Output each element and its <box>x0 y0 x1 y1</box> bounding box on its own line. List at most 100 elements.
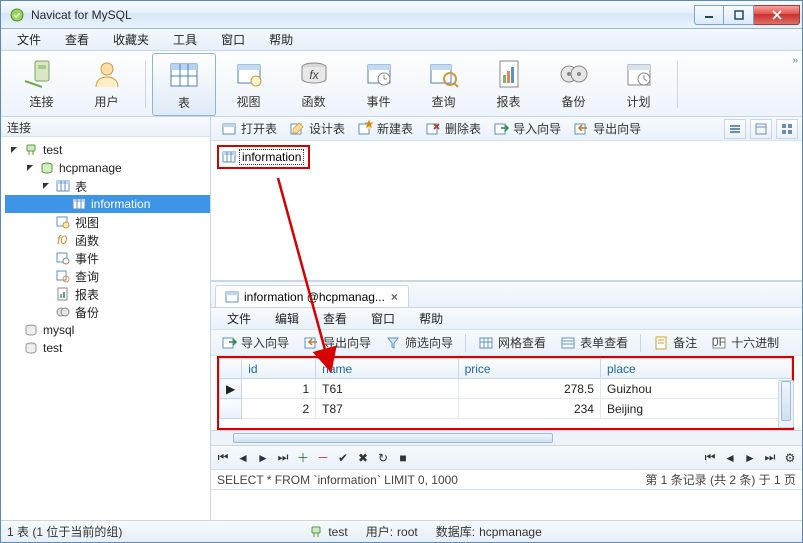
toolbar-view-button[interactable]: 视图 <box>216 53 281 116</box>
objtb-design-button[interactable]: 设计表 <box>283 119 351 138</box>
cell[interactable]: T87 <box>316 399 458 419</box>
objtb-new-button[interactable]: ★新建表 <box>351 119 419 138</box>
tree-node[interactable]: test <box>5 141 210 159</box>
toolbar-report-button[interactable]: 报表 <box>476 53 541 116</box>
table-row[interactable]: ▶1T61278.5Guizhou <box>220 379 792 399</box>
cell[interactable]: Guizhou <box>600 379 791 399</box>
grid-horizontal-scrollbar[interactable] <box>211 430 802 446</box>
nav-prev-button[interactable]: ◄ <box>233 449 253 467</box>
nav-page-last-button[interactable]: ⏭ <box>760 449 780 467</box>
tree-node[interactable]: test <box>5 339 210 357</box>
nav-first-button[interactable]: ⏮ <box>213 449 233 467</box>
objtb-open-button[interactable]: 打开表 <box>215 119 283 138</box>
nav-stop-button[interactable]: ■ <box>393 449 413 467</box>
datatb-hex-button[interactable]: 0F十六进制 <box>705 333 785 352</box>
tree-node[interactable]: 表 <box>5 177 210 195</box>
tab-close-button[interactable]: × <box>389 290 400 304</box>
report-icon <box>492 57 526 91</box>
view-mode-grid-button[interactable] <box>776 119 798 139</box>
datatb-grid-button[interactable]: 网格查看 <box>472 333 552 352</box>
nav-add-button[interactable]: ＋ <box>293 449 313 467</box>
nav-settings-icon[interactable]: ⚙ <box>780 449 800 467</box>
tree-node[interactable]: 查询 <box>5 267 210 285</box>
grid-vertical-scrollbar[interactable] <box>778 380 794 428</box>
tree-node[interactable]: f0函数 <box>5 231 210 249</box>
nav-page-prev-button[interactable]: ◄ <box>720 449 740 467</box>
cell[interactable]: 234 <box>458 399 600 419</box>
tree-node[interactable]: 视图 <box>5 213 210 231</box>
datatb-export-button[interactable]: 导出向导 <box>297 333 377 352</box>
col-header[interactable]: price <box>458 359 600 379</box>
data-menu-view[interactable]: 查看 <box>311 308 359 329</box>
view-mode-detail-button[interactable] <box>750 119 772 139</box>
minimize-button[interactable] <box>694 5 724 25</box>
tree-node[interactable]: 备份 <box>5 303 210 321</box>
tree-node[interactable]: hcpmanage <box>5 159 210 177</box>
data-menu-help[interactable]: 帮助 <box>407 308 455 329</box>
toolbar-backup-button[interactable]: 备份 <box>541 53 606 116</box>
data-tab[interactable]: information @hcpmanag... × <box>215 285 409 307</box>
datatb-import-button[interactable]: 导入向导 <box>215 333 295 352</box>
object-table-item[interactable]: information <box>217 145 310 169</box>
close-button[interactable] <box>754 5 800 25</box>
nav-page-first-button[interactable]: ⏮ <box>700 449 720 467</box>
rowhdr-corner <box>220 359 242 379</box>
menu-favorites[interactable]: 收藏夹 <box>101 29 161 50</box>
datatb-filter-button[interactable]: 筛选向导 <box>379 333 459 352</box>
tree-node[interactable]: information <box>5 195 210 213</box>
nav-cancel-button[interactable]: ✖ <box>353 449 373 467</box>
nav-delete-button[interactable]: － <box>313 449 333 467</box>
objtb-export-button[interactable]: 导出向导 <box>567 119 647 138</box>
menu-file[interactable]: 文件 <box>5 29 53 50</box>
toolbar-connect-button[interactable]: 连接 <box>9 53 74 116</box>
col-header[interactable]: place <box>600 359 791 379</box>
expand-arrow-icon <box>41 271 51 281</box>
object-list-area[interactable]: information <box>211 141 802 281</box>
nav-page-next-button[interactable]: ► <box>740 449 760 467</box>
nav-commit-button[interactable]: ✔ <box>333 449 353 467</box>
tree-node[interactable]: mysql <box>5 321 210 339</box>
expand-arrow-icon[interactable] <box>9 145 19 155</box>
cell[interactable]: 2 <box>242 399 316 419</box>
cell[interactable]: 1 <box>242 379 316 399</box>
nav-last-button[interactable]: ⏭ <box>273 449 293 467</box>
toolbar-query-button[interactable]: 查询 <box>411 53 476 116</box>
cell[interactable]: T61 <box>316 379 458 399</box>
menu-view[interactable]: 查看 <box>53 29 101 50</box>
nav-next-button[interactable]: ► <box>253 449 273 467</box>
toolbar-table-button[interactable]: 表 <box>152 53 216 116</box>
objtb-import-button[interactable]: 导入向导 <box>487 119 567 138</box>
import-icon <box>221 335 237 351</box>
toolbar-overflow-icon[interactable]: » <box>792 55 796 66</box>
nav-refresh-button[interactable]: ↻ <box>373 449 393 467</box>
maximize-button[interactable] <box>724 5 754 25</box>
data-menu-window[interactable]: 窗口 <box>359 308 407 329</box>
view-mode-list-button[interactable] <box>724 119 746 139</box>
menu-tools[interactable]: 工具 <box>161 29 209 50</box>
expand-arrow-icon[interactable] <box>41 181 51 191</box>
data-grid[interactable]: idnamepriceplace▶1T61278.5Guizhou2T87234… <box>219 358 792 419</box>
toolbar-function-button[interactable]: fx函数 <box>281 53 346 116</box>
col-header[interactable]: id <box>242 359 316 379</box>
tree-node[interactable]: 事件 <box>5 249 210 267</box>
table-row[interactable]: 2T87234Beijing <box>220 399 792 419</box>
datatb-memo-button[interactable]: 备注 <box>647 333 703 352</box>
filter-icon <box>385 335 401 351</box>
tree-node[interactable]: 报表 <box>5 285 210 303</box>
connection-tree[interactable]: testhcpmanage表information视图f0函数事件查询报表备份m… <box>1 137 210 520</box>
menu-window[interactable]: 窗口 <box>209 29 257 50</box>
toolbar-event-button[interactable]: 事件 <box>346 53 411 116</box>
toolbar-schedule-button[interactable]: 计划 <box>606 53 671 116</box>
datatb-form-button[interactable]: 表单查看 <box>554 333 634 352</box>
toolbar-user-button[interactable]: 用户 <box>74 53 139 116</box>
col-header[interactable]: name <box>316 359 458 379</box>
expand-arrow-icon[interactable] <box>25 163 35 173</box>
data-menu-file[interactable]: 文件 <box>215 308 263 329</box>
menu-help[interactable]: 帮助 <box>257 29 305 50</box>
cell[interactable]: Beijing <box>600 399 791 419</box>
object-toolbar: 打开表设计表★新建表删除表导入向导导出向导 <box>211 117 802 141</box>
open-icon <box>221 121 237 137</box>
objtb-delete-button[interactable]: 删除表 <box>419 119 487 138</box>
data-menu-edit[interactable]: 编辑 <box>263 308 311 329</box>
cell[interactable]: 278.5 <box>458 379 600 399</box>
